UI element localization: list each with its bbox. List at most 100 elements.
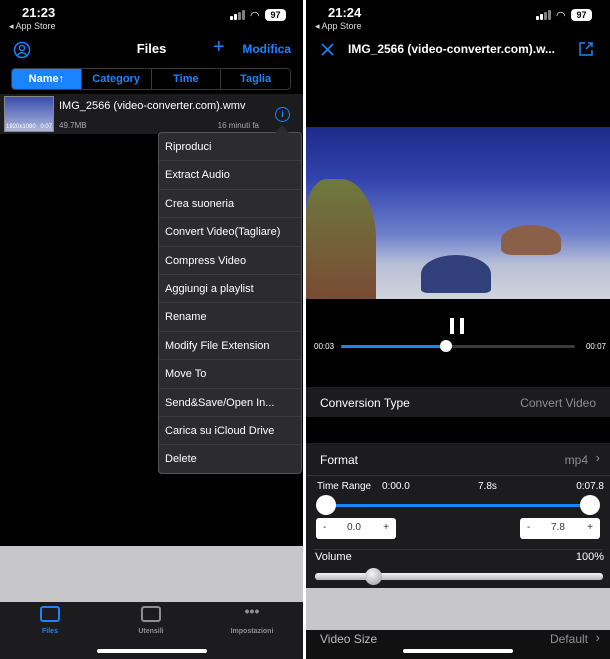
menu-item-rename[interactable]: Rename: [159, 303, 301, 332]
volume-knob[interactable]: [364, 568, 382, 585]
wifi-icon: ◠: [556, 10, 566, 22]
chevron-right-icon: ›: [595, 630, 600, 645]
playback-progress: [341, 345, 447, 348]
tab-sort-name[interactable]: Name↑: [12, 69, 81, 89]
menu-item-extract-audio[interactable]: Extract Audio: [159, 161, 301, 190]
menu-item-delete[interactable]: Delete: [159, 445, 301, 473]
battery-icon: 97: [265, 9, 286, 21]
time-range-end-handle[interactable]: [580, 495, 600, 515]
banner-area: [306, 588, 610, 636]
folder-icon: [40, 606, 60, 622]
time-range-start-handle[interactable]: [316, 495, 336, 515]
conversion-type-value: Convert Video: [520, 396, 596, 410]
menu-item-convert-video[interactable]: Convert Video(Tagliare): [159, 218, 301, 247]
chevron-right-icon: ›: [595, 450, 600, 465]
tab-sort-category[interactable]: Category: [80, 69, 151, 89]
plus-icon[interactable]: +: [383, 522, 389, 533]
tab-files[interactable]: Files: [0, 606, 100, 635]
home-indicator: [96, 649, 207, 653]
volume-slider[interactable]: [315, 568, 603, 585]
menu-item-upload-icloud[interactable]: Carica su iCloud Drive: [159, 417, 301, 446]
menu-item-play[interactable]: Riproduci: [159, 133, 301, 162]
conversion-type-label: Conversion Type: [320, 396, 410, 410]
thumbnail-resolution: 1920x1080: [6, 124, 36, 130]
back-to-app-store[interactable]: ◂ App Store: [315, 21, 362, 32]
playback-knob[interactable]: [440, 340, 453, 352]
player-screen: 21:24 ◂ App Store ◠ 97 IMG_2566 (video-c…: [306, 0, 610, 659]
current-time: 00:03: [314, 342, 335, 351]
volume-value: 100%: [575, 551, 604, 563]
status-time: 21:24: [328, 5, 362, 20]
context-menu: Riproduci Extract Audio Crea suoneria Co…: [158, 125, 302, 474]
nav-bar: Files + Modifica: [0, 36, 303, 64]
time-range-start: 0:00.0: [382, 481, 410, 492]
sort-segmented-control: Name↑ Category Time Taglia: [11, 68, 291, 90]
pause-icon[interactable]: [450, 318, 466, 334]
menu-item-modify-extension[interactable]: Modify File Extension: [159, 332, 301, 361]
video-thumbnail: 1920x1080 0:07: [4, 96, 54, 132]
tab-files-label: Files: [42, 628, 58, 635]
format-label: Format: [320, 453, 359, 467]
tab-settings[interactable]: ••• Impostazioni: [202, 603, 302, 635]
home-indicator: [403, 649, 513, 653]
status-time: 21:23: [22, 5, 56, 20]
video-scene-rock: [421, 255, 491, 293]
tab-tools[interactable]: Utensili: [101, 606, 201, 635]
playback-slider[interactable]: [341, 340, 575, 352]
menu-item-move-to[interactable]: Move To: [159, 360, 301, 389]
time-range-slider[interactable]: [326, 504, 591, 507]
files-screen: 21:23 ◂ App Store ◠ 97 Files + Modifica …: [0, 0, 303, 659]
page-title: IMG_2566 (video-converter.com).w...: [348, 42, 555, 56]
more-icon: •••: [244, 603, 260, 619]
tab-settings-label: Impostazioni: [230, 628, 274, 635]
minus-icon[interactable]: -: [323, 522, 326, 533]
tab-sort-time[interactable]: Time: [150, 69, 221, 89]
file-date: 16 minuti fa: [217, 121, 259, 130]
tools-icon: [141, 606, 161, 622]
plus-icon[interactable]: +: [587, 522, 593, 533]
back-to-app-store[interactable]: ◂ App Store: [9, 21, 56, 32]
close-icon[interactable]: [321, 43, 334, 56]
share-icon[interactable]: [577, 40, 595, 58]
start-time-stepper[interactable]: - 0.0 +: [316, 518, 396, 539]
menu-item-create-ringtone[interactable]: Crea suoneria: [159, 190, 301, 219]
divider: [313, 549, 603, 550]
nav-bar: IMG_2566 (video-converter.com).w...: [306, 36, 610, 64]
video-scene-rock: [306, 179, 376, 299]
menu-item-send-save-open[interactable]: Send&Save/Open In...: [159, 389, 301, 417]
format-value[interactable]: mp4: [565, 453, 588, 467]
edit-button[interactable]: Modifica: [242, 42, 291, 56]
cellular-signal-icon: [536, 10, 552, 20]
time-range-duration: 7.8s: [478, 481, 497, 492]
status-bar: 21:24 ◂ App Store ◠ 97: [306, 0, 610, 36]
minus-icon[interactable]: -: [527, 522, 530, 533]
thumbnail-duration: 0:07: [40, 124, 52, 130]
tab-tools-label: Utensili: [138, 628, 164, 635]
file-size: 49.7MB: [59, 121, 87, 130]
wifi-icon: ◠: [250, 10, 260, 22]
video-scene-rock: [501, 225, 561, 255]
tab-bar: Files Utensili ••• Impostazioni: [0, 602, 303, 659]
volume-label: Volume: [315, 551, 352, 563]
info-icon[interactable]: i: [275, 107, 290, 122]
conversion-type-row[interactable]: Conversion Type Convert Video: [306, 387, 610, 417]
video-size-label: Video Size: [320, 632, 378, 646]
divider: [306, 475, 610, 476]
file-list-item[interactable]: 1920x1080 0:07 IMG_2566 (video-converter…: [0, 94, 303, 134]
tab-sort-size[interactable]: Taglia: [220, 69, 290, 89]
status-bar: 21:23 ◂ App Store ◠ 97: [0, 0, 303, 36]
file-name: IMG_2566 (video-converter.com).wmv: [59, 100, 246, 112]
start-time-value[interactable]: 0.0: [347, 522, 361, 533]
banner-area: [0, 546, 303, 602]
video-size-row[interactable]: Video Size Default ›: [306, 630, 610, 659]
video-preview[interactable]: [306, 127, 610, 299]
time-range-label: Time Range: [317, 481, 372, 492]
total-time: 00:07: [585, 342, 606, 351]
menu-item-compress-video[interactable]: Compress Video: [159, 247, 301, 275]
add-button[interactable]: +: [213, 36, 225, 59]
video-size-value: Default: [549, 632, 588, 646]
end-time-value[interactable]: 7.8: [551, 522, 565, 533]
time-range-end: 0:07.8: [576, 481, 604, 492]
end-time-stepper[interactable]: - 7.8 +: [520, 518, 600, 539]
menu-item-add-to-playlist[interactable]: Aggiungi a playlist: [159, 275, 301, 304]
